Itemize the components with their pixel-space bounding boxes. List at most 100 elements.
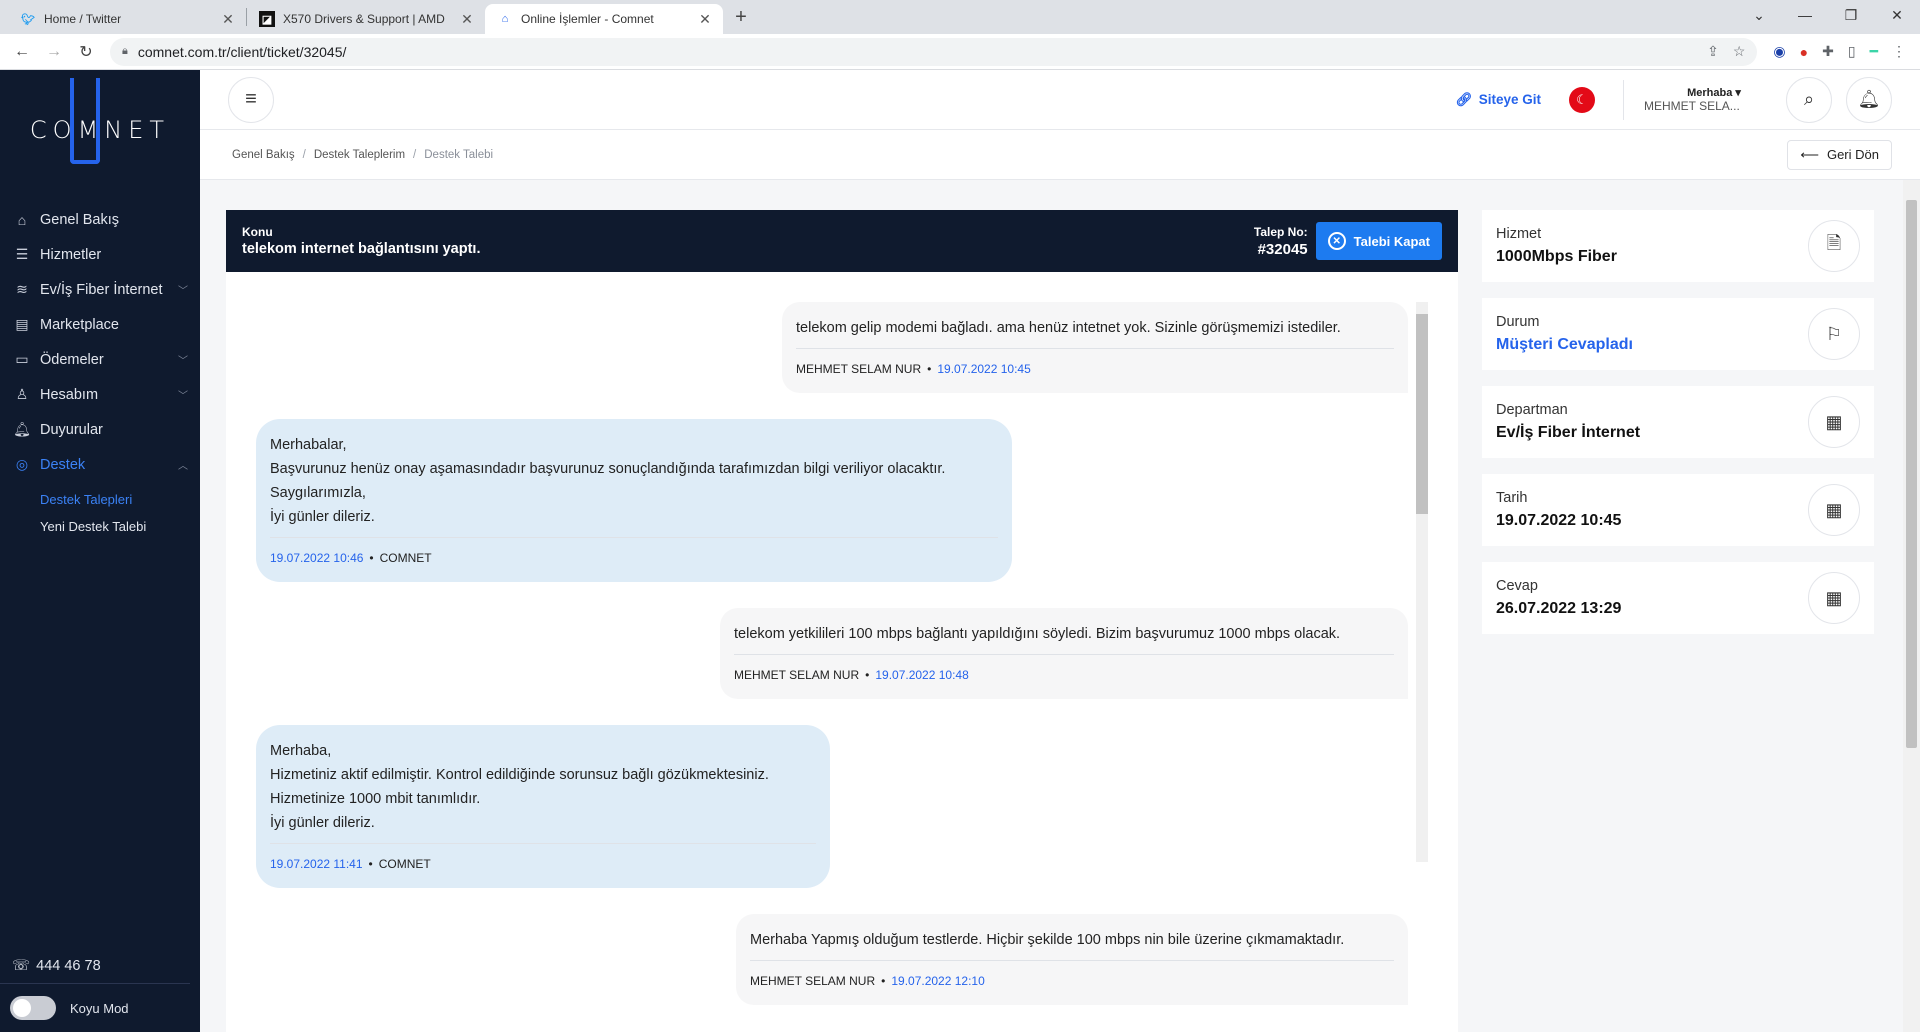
bell-icon: 🔔︎ bbox=[1857, 89, 1881, 109]
message-text: İyi günler dileriz. bbox=[270, 815, 375, 831]
thread-scrollbar[interactable] bbox=[1416, 302, 1428, 862]
flag-icon: ⚐ bbox=[1808, 308, 1860, 360]
bell-icon: 🔔︎ bbox=[13, 421, 31, 437]
dark-mode-label: Koyu Mod bbox=[70, 1000, 129, 1016]
submenu-yeni-destek-talebi[interactable]: Yeni Destek Talebi bbox=[40, 513, 200, 540]
sidebar-item-odemeler[interactable]: ▭ Ödemeler ﹀ bbox=[0, 342, 200, 377]
calendar-icon: ▦ bbox=[1808, 572, 1860, 624]
breadcrumb-item[interactable]: Destek Taleplerim bbox=[314, 149, 405, 161]
logo-mark-icon bbox=[69, 78, 100, 164]
building-icon: ▦ bbox=[1808, 396, 1860, 448]
breadcrumb-item[interactable]: Genel Bakış bbox=[232, 149, 295, 161]
destek-submenu: Destek Talepleri Yeni Destek Talebi bbox=[0, 482, 200, 542]
browser-tab-comnet[interactable]: ⌂ Online İşlemler - Comnet ✕ bbox=[485, 4, 723, 34]
sidebar-item-fiber-internet[interactable]: ≋ Ev/İş Fiber İnternet ﹀ bbox=[0, 272, 200, 307]
turkey-flag-icon[interactable]: ☾ bbox=[1569, 86, 1595, 113]
bookmark-star-icon[interactable]: ☆ bbox=[1733, 43, 1746, 60]
message-meta: MEHMET SELAM NUR • 19.07.2022 10:45 bbox=[796, 348, 1394, 381]
chevron-down-icon: ﹀ bbox=[178, 391, 188, 402]
back-arrow-icon[interactable]: ← bbox=[8, 38, 36, 66]
info-card-cevap: Cevap 26.07.2022 13:29 ▦ bbox=[1482, 562, 1874, 634]
ticket-subject: Konu telekom internet bağlantısını yaptı… bbox=[242, 225, 481, 257]
share-icon[interactable]: ⇪ bbox=[1707, 43, 1719, 60]
back-button[interactable]: ⟵ Geri Dön bbox=[1787, 139, 1892, 170]
chevron-up-icon: ︿ bbox=[178, 461, 188, 472]
close-icon[interactable]: ✕ bbox=[697, 11, 713, 28]
greeting: Merhaba ▾ bbox=[1687, 87, 1741, 99]
message-author: COMNET bbox=[379, 551, 432, 565]
logo-text: COMNET bbox=[30, 78, 170, 164]
phone-number[interactable]: ☏ 444 46 78 bbox=[0, 948, 190, 984]
sidebar-item-marketplace[interactable]: ▤ Marketplace bbox=[0, 307, 200, 342]
notifications-button[interactable]: 🔔︎ bbox=[1846, 76, 1892, 123]
message-date: 19.07.2022 12:10 bbox=[891, 974, 985, 988]
window-close-icon[interactable]: ✕ bbox=[1874, 0, 1920, 30]
page-scrollbar[interactable] bbox=[1903, 180, 1920, 1032]
message-thread[interactable]: telekom gelip modemi bağladı. ama henüz … bbox=[226, 272, 1458, 1032]
message-date: 19.07.2022 10:46 bbox=[270, 551, 364, 565]
close-circle-icon: ✕ bbox=[1327, 232, 1346, 250]
message-staff: Merhabalar, Başvurunuz henüz onay aşamas… bbox=[256, 419, 1012, 582]
menu-dots-icon[interactable]: ⋮ bbox=[1892, 43, 1906, 60]
submenu-destek-talepleri[interactable]: Destek Talepleri bbox=[40, 486, 200, 513]
sidebar-item-duyurular[interactable]: 🔔︎ Duyurular bbox=[0, 412, 200, 447]
sidebar-footer: ☏ 444 46 78 Koyu Mod bbox=[0, 948, 200, 1032]
sidebar: COMNET ⌂ Genel Bakış ☰ Hizmetler ≋ Ev/İş… bbox=[0, 70, 200, 1032]
search-button[interactable]: ⌕ bbox=[1786, 76, 1832, 123]
puzzle-icon[interactable]: ✚ bbox=[1822, 43, 1834, 60]
message-meta: 19.07.2022 10:46 • COMNET bbox=[270, 537, 998, 570]
message-meta: MEHMET SELAM NUR • 19.07.2022 10:48 bbox=[734, 654, 1394, 687]
comnet-logo[interactable]: COMNET bbox=[0, 70, 200, 190]
message-text: telekom yetkilileri 100 mbps bağlantı ya… bbox=[734, 626, 1341, 642]
lock-icon: 🔒︎ bbox=[122, 45, 128, 57]
sidepanel-icon[interactable]: ▯ bbox=[1848, 43, 1856, 60]
page-scrollbar-thumb[interactable] bbox=[1906, 200, 1917, 748]
minimize-icon[interactable]: — bbox=[1782, 0, 1828, 30]
dark-mode-row: Koyu Mod bbox=[0, 984, 200, 1032]
breadcrumb: Genel Bakış / Destek Taleplerim / Destek… bbox=[232, 149, 493, 161]
message-staff: Merhaba, Hizmetiniz aktif edilmiştir. Ko… bbox=[256, 725, 830, 888]
message-text: telekom gelip modemi bağladı. ama henüz … bbox=[796, 320, 1341, 336]
new-tab-button[interactable]: + bbox=[727, 3, 755, 31]
message-text: Başvurunuz henüz onay aşamasındadır başv… bbox=[270, 461, 946, 477]
browser-tabbar: 🐦︎ Home / Twitter ✕ ◪ X570 Drivers & Sup… bbox=[0, 0, 1920, 34]
topbar: ≡ 🔗︎ Siteye Git ☾ Merhaba ▾ MEHMET SELA.… bbox=[200, 70, 1920, 130]
forward-arrow-icon[interactable]: → bbox=[40, 38, 68, 66]
close-ticket-button[interactable]: ✕ Talebi Kapat bbox=[1315, 222, 1442, 260]
meta-dot: • bbox=[881, 974, 886, 988]
user-menu[interactable]: Merhaba ▾ MEHMET SELA... bbox=[1644, 86, 1754, 113]
sidebar-item-hesabim[interactable]: ♙ Hesabım ﹀ bbox=[0, 377, 200, 412]
extension-icon[interactable]: ● bbox=[1800, 44, 1808, 60]
meta-dot: • bbox=[368, 857, 373, 871]
profile-icon[interactable]: ━ bbox=[1870, 43, 1878, 60]
close-icon[interactable]: ✕ bbox=[220, 11, 236, 28]
wallet-icon: ▭ bbox=[15, 351, 29, 367]
extension-icon[interactable]: ◉ bbox=[1773, 43, 1785, 60]
extensions: ◉ ● ✚ ▯ ━ ⋮ bbox=[1773, 43, 1906, 60]
content: Konu telekom internet bağlantısını yaptı… bbox=[200, 180, 1920, 1032]
sidebar-item-destek[interactable]: ◎ Destek ︿ bbox=[0, 447, 200, 482]
meta-dot: • bbox=[369, 551, 374, 565]
link-icon: 🔗︎ bbox=[1455, 91, 1473, 107]
restore-icon[interactable]: ❐ bbox=[1828, 0, 1874, 30]
close-icon[interactable]: ✕ bbox=[459, 11, 475, 28]
hamburger-menu-button[interactable]: ≡ bbox=[228, 76, 274, 123]
sidebar-item-hizmetler[interactable]: ☰ Hizmetler bbox=[0, 237, 200, 272]
tab-title: X570 Drivers & Support | AMD bbox=[283, 12, 445, 26]
main: ≡ 🔗︎ Siteye Git ☾ Merhaba ▾ MEHMET SELA.… bbox=[200, 70, 1920, 1032]
breadcrumb-current: Destek Talebi bbox=[424, 148, 494, 161]
message-user: telekom gelip modemi bağladı. ama henüz … bbox=[782, 302, 1408, 393]
dark-mode-toggle[interactable] bbox=[10, 996, 56, 1020]
tab-search-icon[interactable]: ⌄ bbox=[1736, 0, 1782, 30]
chevron-down-icon: ﹀ bbox=[178, 286, 188, 297]
browser-tab-twitter[interactable]: 🐦︎ Home / Twitter ✕ bbox=[8, 4, 246, 34]
reload-icon[interactable]: ↻ bbox=[72, 38, 100, 66]
sidebar-item-genel-bakis[interactable]: ⌂ Genel Bakış bbox=[0, 202, 200, 237]
message-user: Merhaba Yapmış olduğum testlerde. Hiçbir… bbox=[736, 914, 1408, 1005]
message-meta: MEHMET SELAM NUR • 19.07.2022 12:10 bbox=[750, 960, 1394, 993]
thread-scrollbar-thumb[interactable] bbox=[1416, 314, 1428, 514]
site-link[interactable]: 🔗︎ Siteye Git bbox=[1456, 92, 1541, 108]
subbar: Genel Bakış / Destek Taleplerim / Destek… bbox=[200, 130, 1920, 180]
address-bar[interactable]: 🔒︎ comnet.com.tr/client/ticket/32045/ ⇪ … bbox=[110, 37, 1758, 66]
browser-tab-amd[interactable]: ◪ X570 Drivers & Support | AMD ✕ bbox=[247, 4, 485, 34]
